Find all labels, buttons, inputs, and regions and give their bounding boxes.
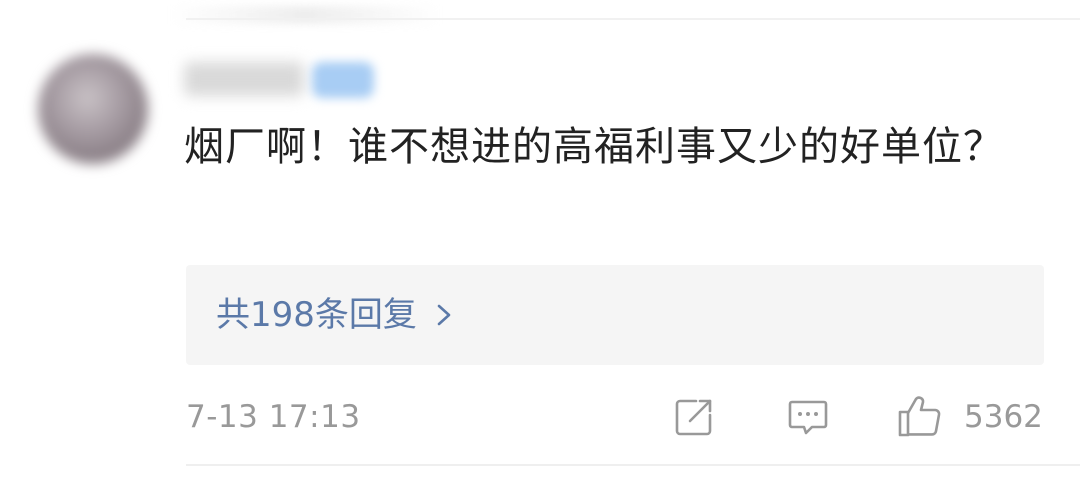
- comment-text: 烟厂啊！谁不想进的高福利事又少的好单位？: [184, 124, 1004, 170]
- share-icon[interactable]: [672, 395, 716, 439]
- comment-timestamp: 7-13 17:13: [186, 399, 361, 435]
- member-badge: [312, 62, 374, 98]
- view-replies-link[interactable]: 共198条回复: [216, 293, 457, 337]
- comment-card: 烟厂啊！谁不想进的高福利事又少的好单位？ 共198条回复 7-13 17:13 …: [0, 0, 1080, 489]
- chevron-right-icon: [437, 304, 451, 326]
- comment-icon[interactable]: [786, 395, 830, 439]
- username-blurred[interactable]: [184, 62, 304, 96]
- avatar[interactable]: [38, 54, 148, 164]
- like-count: 5362: [964, 399, 1043, 435]
- top-divider: [186, 18, 1080, 20]
- top-blurred-area: [170, 6, 440, 24]
- thumbs-up-icon[interactable]: [896, 393, 944, 439]
- reply-count-label: 共198条回复: [216, 295, 417, 335]
- bottom-divider: [186, 464, 1080, 466]
- reply-box[interactable]: 共198条回复: [186, 265, 1044, 365]
